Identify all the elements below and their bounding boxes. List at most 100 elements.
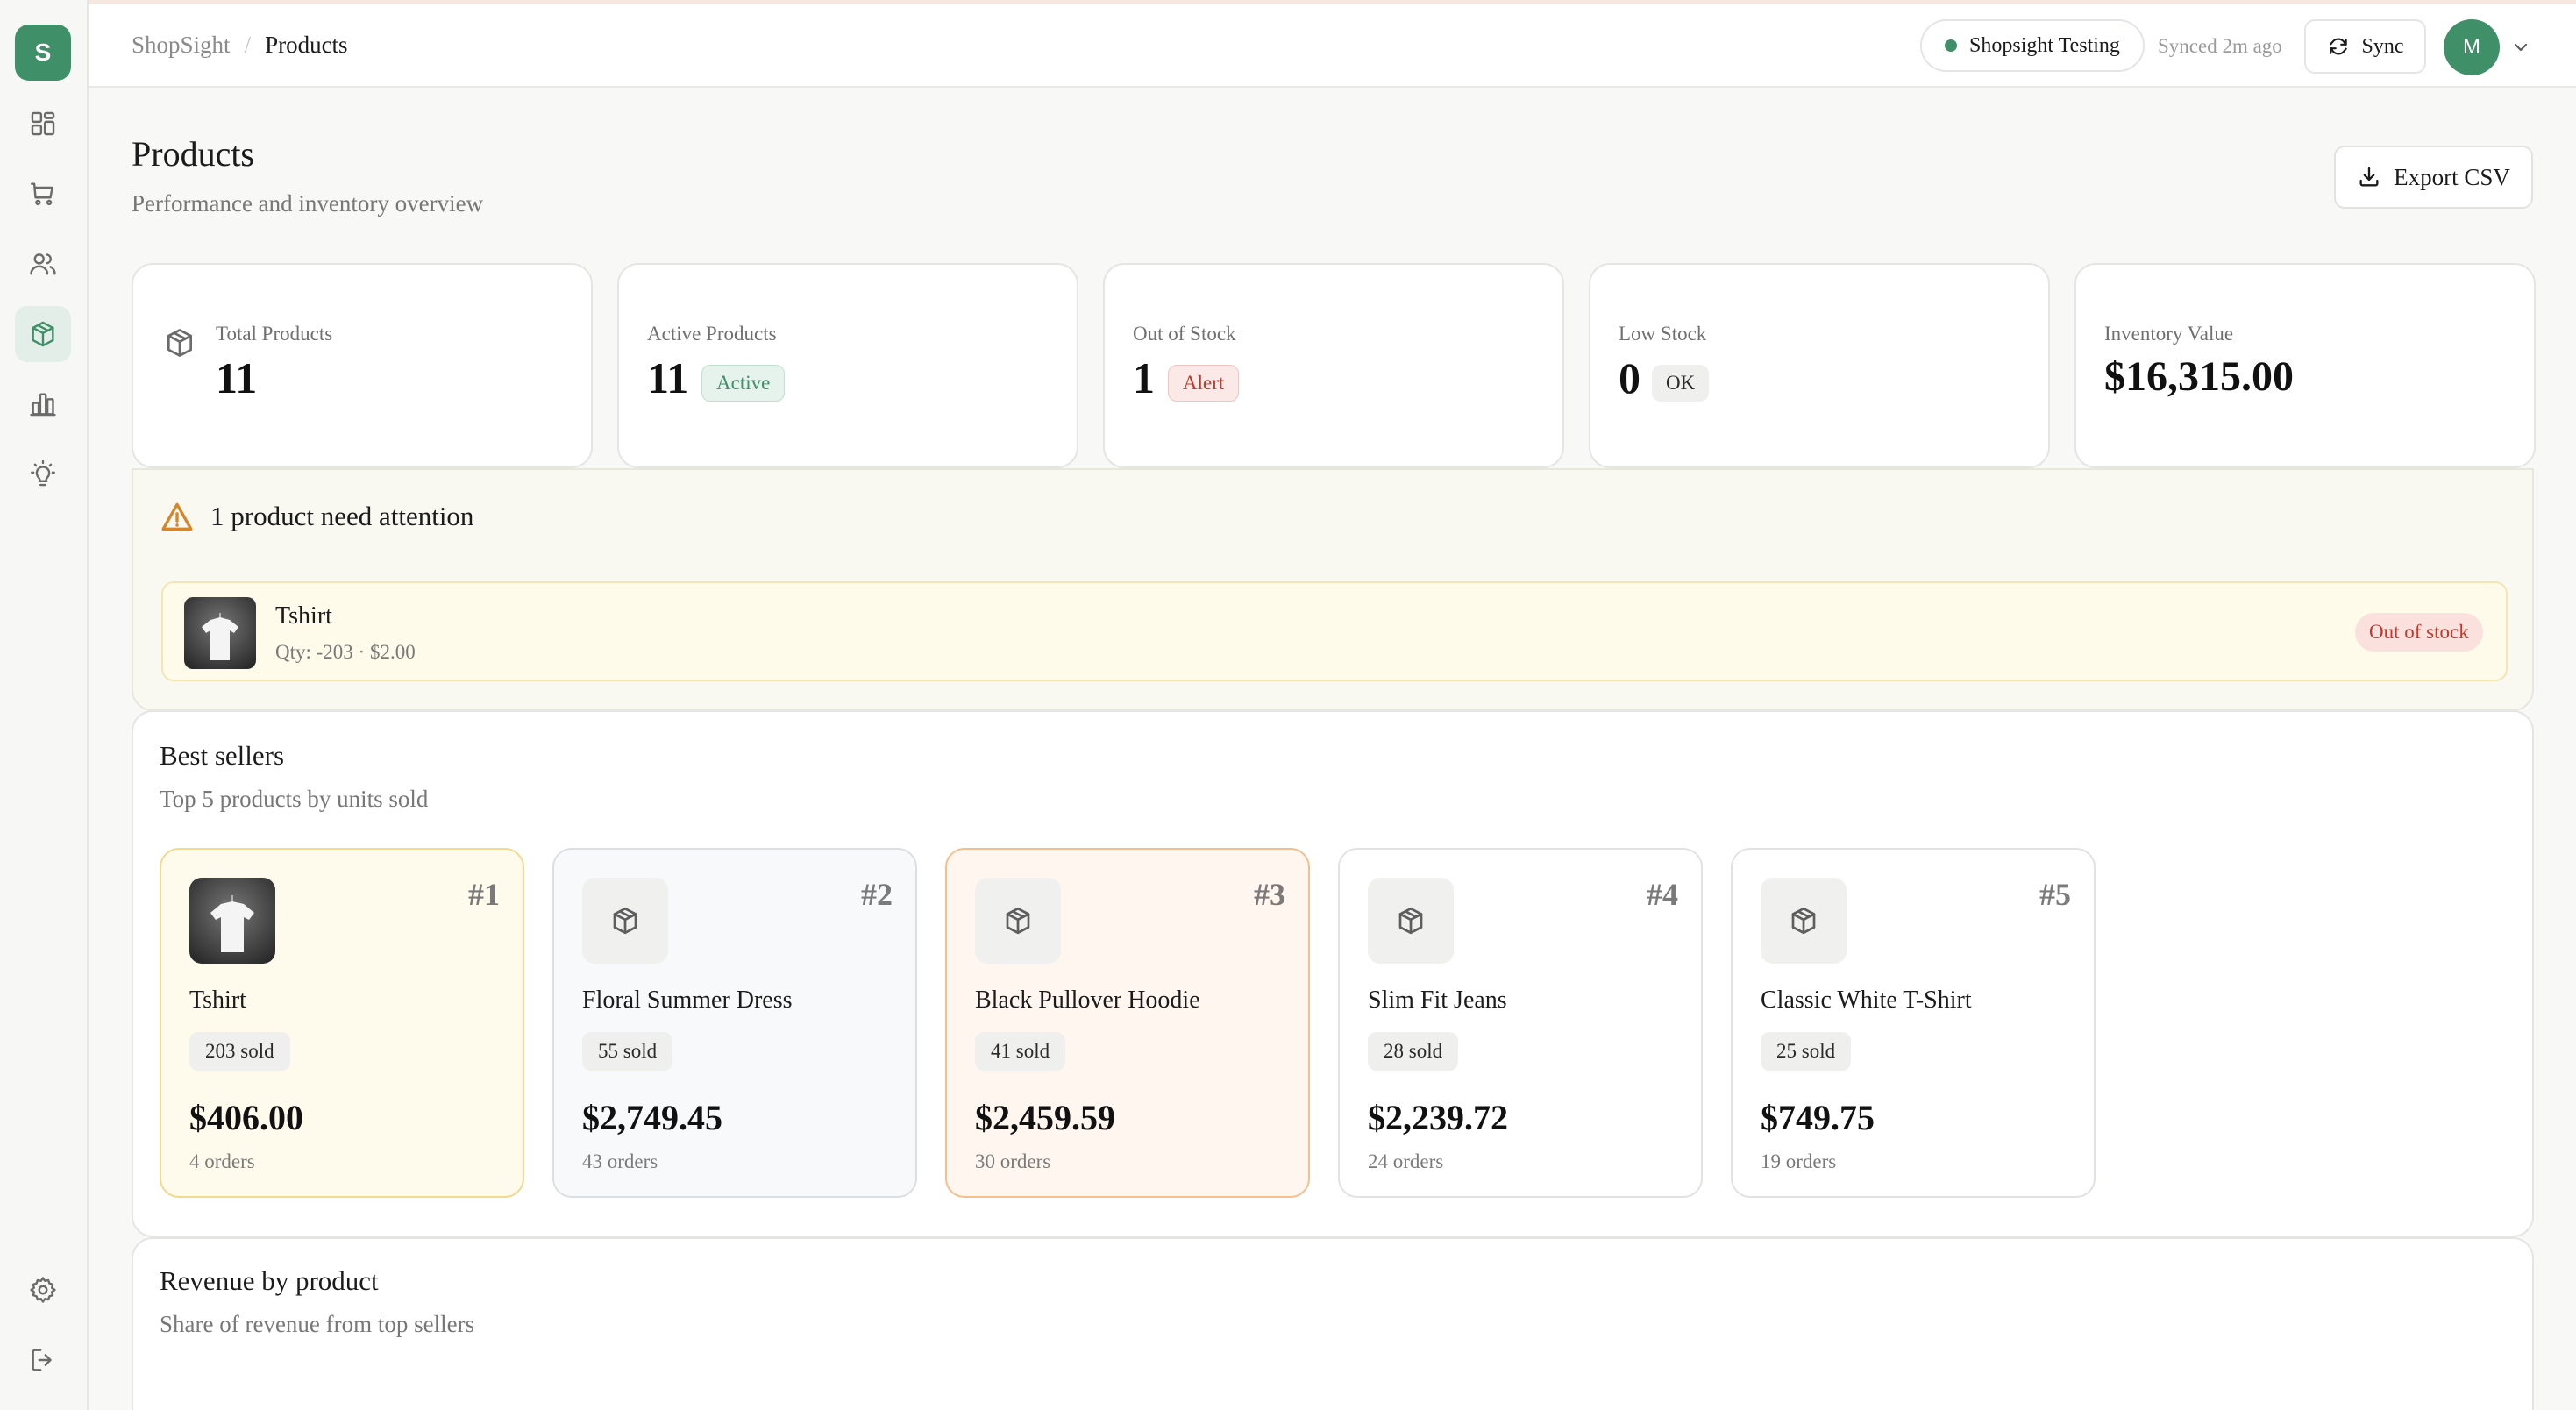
sidebar-item-logout[interactable] [15,1332,71,1388]
product-name: Tshirt [189,986,246,1014]
best-seller-card[interactable]: #3 Black Pullover Hoodie 41 sold $2,459.… [945,848,1310,1198]
sync-button[interactable]: Sync [2304,19,2426,74]
stat-value: $16,315.00 [2104,353,2294,400]
attention-panel: 1 product need attention Tshirt Qty: -20… [132,468,2534,711]
attention-item[interactable]: Tshirt Qty: -203 · $2.00 Out of stock [161,581,2508,681]
sidebar-item-insights[interactable] [15,446,71,502]
tshirt-photo-icon [184,597,256,669]
app-logo[interactable]: S [15,25,71,81]
stat-value: 0 [1619,353,1640,402]
box-icon [1398,907,1423,935]
product-thumbnail [189,878,275,964]
product-orders: 24 orders [1368,1150,1444,1172]
status-badge-active: Active [701,365,786,402]
user-avatar[interactable]: M [2444,19,2500,75]
product-thumbnail [1761,878,1847,964]
rank-label: #5 [2039,877,2071,912]
section-title: Best sellers [160,740,285,771]
sidebar-item-orders[interactable] [15,166,71,222]
rank-label: #3 [1254,877,1285,912]
export-csv-button[interactable]: Export CSV [2334,146,2533,209]
status-badge-alert: Alert [1168,365,1240,402]
bar-chart-icon [30,393,56,417]
store-name: Shopsight Testing [1969,33,2120,57]
breadcrumb-separator: / [244,32,252,58]
box-icon [32,321,54,347]
product-revenue: $2,239.72 [1368,1098,1508,1137]
attention-title: 1 product need attention [210,501,474,531]
download-icon [2359,167,2379,187]
rank-label: #2 [861,877,893,912]
store-selector[interactable]: Shopsight Testing [1920,19,2145,72]
stat-value: 11 [216,353,258,402]
sync-button-label: Sync [2361,34,2404,58]
status-badge-out-of-stock: Out of stock [2355,613,2483,652]
chevron-down-icon[interactable] [2510,37,2531,58]
breadcrumb-root-link[interactable]: ShopSight [132,32,231,59]
refresh-icon [2329,38,2347,55]
tshirt-photo-icon [189,878,275,964]
section-subtitle: Top 5 products by units sold [160,786,429,812]
export-csv-label: Export CSV [2394,163,2510,190]
product-orders: 4 orders [189,1150,255,1172]
product-revenue: $406.00 [189,1098,303,1137]
product-thumbnail [582,878,668,964]
box-icon [1791,907,1816,935]
attention-item-meta: Qty: -203 · $2.00 [275,641,416,663]
lightbulb-icon [31,459,55,487]
sidebar-item-customers[interactable] [15,236,71,292]
best-seller-card[interactable]: #2 Floral Summer Dress 55 sold $2,749.45… [552,848,917,1198]
sidebar-item-products[interactable] [15,306,71,362]
sidebar-item-analytics[interactable] [15,376,71,432]
sold-badge: 203 sold [189,1032,290,1071]
product-revenue: $749.75 [1761,1098,1875,1137]
revenue-by-product-section: Revenue by product Share of revenue from… [132,1237,2534,1410]
stat-label: Out of Stock [1133,323,1236,345]
breadcrumb-current: Products [265,32,348,58]
product-name: Black Pullover Hoodie [975,986,1200,1014]
warning-icon [161,502,193,531]
stat-card-inventory-value: Inventory Value $16,315.00 [2074,263,2536,468]
breadcrumb: ShopSight / Products [132,32,348,59]
product-name: Classic White T-Shirt [1761,986,1972,1014]
cart-icon [31,182,53,206]
product-thumbnail [975,878,1061,964]
stat-card-active-products: Active Products 11 Active [617,263,1078,468]
stat-label: Low Stock [1619,323,1707,345]
rank-label: #1 [468,877,500,912]
logout-icon [32,1349,52,1371]
product-thumbnail [1368,878,1454,964]
sold-badge: 28 sold [1368,1032,1459,1071]
stat-label: Total Products [216,323,333,345]
sold-badge: 25 sold [1761,1032,1852,1071]
product-orders: 30 orders [975,1150,1051,1172]
product-revenue: $2,749.45 [582,1098,722,1137]
top-header: ShopSight / Products Shopsight Testing S… [89,4,2576,88]
section-subtitle: Share of revenue from top sellers [160,1311,475,1337]
status-dot-icon [1945,39,1957,52]
best-seller-card[interactable]: #5 Classic White T-Shirt 25 sold $749.75… [1731,848,2096,1198]
rank-label: #4 [1647,877,1678,912]
stat-label: Active Products [647,323,777,345]
sold-badge: 41 sold [975,1032,1066,1071]
sidebar-item-dashboard[interactable] [15,96,71,152]
stat-value: 1 [1133,353,1155,402]
sync-status-text: Synced 2m ago [2158,35,2282,57]
gear-icon [30,1277,56,1303]
section-title: Revenue by product [160,1265,379,1296]
best-seller-card[interactable]: #1 Tshirt 203 sold $406.00 4 orders [160,848,524,1198]
sold-badge: 55 sold [582,1032,673,1071]
box-icon [167,329,193,357]
product-revenue: $2,459.59 [975,1098,1115,1137]
stat-card-out-of-stock: Out of Stock 1 Alert [1103,263,1564,468]
sidebar: S [0,0,89,1410]
page-title: Products [132,134,254,174]
sidebar-item-settings[interactable] [15,1262,71,1318]
stat-value: 11 [647,353,689,402]
best-sellers-section: Best sellers Top 5 products by units sol… [132,710,2534,1237]
best-seller-card[interactable]: #4 Slim Fit Jeans 28 sold $2,239.72 24 o… [1338,848,1703,1198]
stat-card-low-stock: Low Stock 0 OK [1589,263,2050,468]
users-icon [30,253,56,275]
stat-label: Inventory Value [2104,323,2234,345]
product-thumbnail-tshirt [184,597,256,669]
